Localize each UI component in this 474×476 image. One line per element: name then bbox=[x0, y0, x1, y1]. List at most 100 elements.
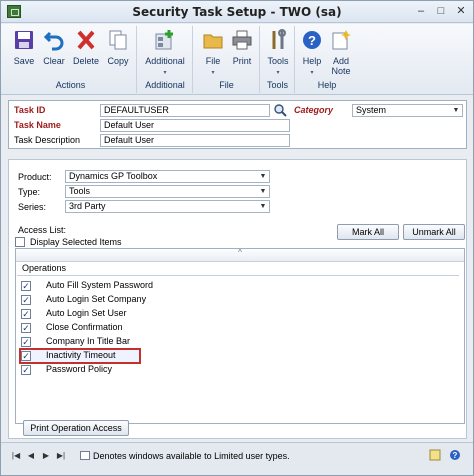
list-item[interactable]: ✓ Password Policy bbox=[20, 363, 460, 377]
operation-name: Auto Login Set User bbox=[46, 308, 127, 318]
access-list-label: Access List: bbox=[18, 225, 67, 235]
help-icon: ? bbox=[303, 31, 321, 49]
next-record-icon[interactable]: ▶ bbox=[41, 451, 51, 461]
limited-user-note: Denotes windows available to Limited use… bbox=[93, 451, 290, 461]
product-select[interactable]: Dynamics GP Toolbox ▼ bbox=[65, 170, 270, 183]
operation-name: Auto Fill System Password bbox=[46, 280, 154, 290]
additional-icon bbox=[155, 30, 173, 50]
sort-caret-icon: ^ bbox=[238, 248, 242, 257]
chevron-down-icon: ▾ bbox=[211, 70, 215, 76]
operation-name: Company In Title Bar bbox=[46, 336, 131, 346]
chevron-down-icon: ▼ bbox=[259, 188, 267, 195]
chevron-down-icon: ▼ bbox=[259, 173, 267, 180]
help-small-icon[interactable]: ? bbox=[449, 449, 461, 461]
close-icon[interactable]: ✕ bbox=[453, 4, 469, 19]
display-selected-label: Display Selected Items bbox=[30, 237, 122, 247]
svg-text:?: ? bbox=[308, 33, 316, 48]
category-value: System bbox=[356, 105, 387, 115]
group-label-tools: Tools bbox=[266, 80, 288, 90]
group-label-additional: Additional bbox=[145, 80, 185, 90]
operation-checkbox[interactable]: ✓ bbox=[21, 309, 31, 319]
ribbon-toolbar: Save Clear Delete Copy Actions Additiona… bbox=[1, 24, 473, 95]
delete-icon bbox=[77, 30, 95, 50]
task-name-field[interactable]: Default User bbox=[100, 119, 290, 132]
operation-checkbox[interactable]: ✓ bbox=[21, 337, 31, 347]
type-label: Type: bbox=[18, 187, 41, 197]
maximize-icon[interactable]: □ bbox=[433, 4, 449, 19]
list-item[interactable]: ✓ Auto Login Set User bbox=[20, 307, 460, 321]
svg-text:?: ? bbox=[453, 451, 458, 460]
minimize-icon[interactable]: – bbox=[413, 4, 429, 19]
limited-user-icon bbox=[80, 451, 90, 460]
task-id-field[interactable]: DEFAULTUSER bbox=[100, 104, 270, 117]
mark-all-button[interactable]: Mark All bbox=[337, 224, 399, 240]
tools-label: Tools ▾ bbox=[267, 56, 289, 76]
operation-checkbox[interactable]: ✓ bbox=[21, 295, 31, 305]
task-header-panel: Task ID DEFAULTUSER Category System ▼ Ta… bbox=[8, 100, 467, 149]
list-item[interactable]: ✓ Company In Title Bar bbox=[20, 335, 460, 349]
operations-list: ^ Operations ✓ Auto Fill System Password… bbox=[15, 248, 465, 424]
clear-button[interactable]: Clear bbox=[39, 26, 69, 76]
clear-icon bbox=[44, 31, 64, 51]
category-select[interactable]: System ▼ bbox=[352, 104, 463, 117]
list-sort-header[interactable]: ^ bbox=[16, 248, 464, 262]
task-description-label: Task Description bbox=[14, 135, 81, 145]
task-name-row: Task Name Default User bbox=[9, 119, 466, 133]
printer-icon bbox=[232, 30, 252, 50]
operation-checkbox[interactable]: ✓ bbox=[21, 323, 31, 333]
type-value: Tools bbox=[69, 186, 91, 196]
operation-checkbox[interactable]: ✓ bbox=[21, 281, 31, 291]
copy-icon bbox=[109, 30, 127, 50]
list-item-highlighted[interactable]: ✓ Inactivity Timeout bbox=[19, 348, 141, 364]
operations-panel: Product: Dynamics GP Toolbox ▼ Type: Too… bbox=[8, 159, 467, 439]
series-label: Series: bbox=[18, 202, 47, 212]
additional-label: Additional ▾ bbox=[145, 56, 185, 76]
print-operation-access-button[interactable]: Print Operation Access bbox=[23, 420, 129, 436]
print-button[interactable]: Print bbox=[227, 26, 257, 76]
task-description-row: Task Description Default User bbox=[9, 134, 466, 148]
last-record-icon[interactable]: ▶| bbox=[56, 451, 66, 461]
type-select[interactable]: Tools ▼ bbox=[65, 185, 270, 198]
operation-checkbox[interactable]: ✓ bbox=[21, 365, 31, 375]
file-button[interactable]: File ▾ bbox=[198, 26, 228, 76]
tools-button[interactable]: Tools ▾ bbox=[263, 26, 293, 76]
ribbon-group-help: ? Help ▾ Add Note Help bbox=[296, 26, 358, 93]
product-label: Product: bbox=[18, 172, 52, 182]
series-value: 3rd Party bbox=[69, 201, 106, 211]
footer-bar: |◀ ◀ ▶ ▶| Denotes windows available to L… bbox=[1, 442, 473, 475]
task-description-field[interactable]: Default User bbox=[100, 134, 290, 147]
group-label-actions: Actions bbox=[55, 80, 86, 90]
operations-column-header[interactable]: Operations bbox=[17, 262, 459, 276]
copy-button[interactable]: Copy bbox=[103, 26, 133, 76]
chevron-down-icon: ▾ bbox=[276, 70, 280, 76]
save-button[interactable]: Save bbox=[9, 26, 39, 76]
save-icon bbox=[15, 31, 33, 49]
operation-name: Auto Login Set Company bbox=[46, 294, 147, 304]
group-label-file: File bbox=[219, 80, 234, 90]
add-note-button[interactable]: Add Note bbox=[326, 26, 356, 76]
note-icon[interactable] bbox=[429, 449, 441, 461]
ribbon-group-file: File ▾ Print File bbox=[194, 26, 260, 93]
list-item[interactable]: ✓ Auto Fill System Password bbox=[20, 279, 460, 293]
folder-icon bbox=[203, 34, 223, 49]
unmark-all-button[interactable]: Unmark All bbox=[403, 224, 465, 240]
list-item[interactable]: ✓ Auto Login Set Company bbox=[20, 293, 460, 307]
additional-button[interactable]: Additional ▾ bbox=[144, 26, 186, 76]
chevron-down-icon: ▾ bbox=[310, 70, 314, 76]
operation-checkbox[interactable]: ✓ bbox=[21, 351, 31, 361]
title-bar: Security Task Setup - TWO (sa) – □ ✕ bbox=[1, 1, 473, 23]
chevron-down-icon: ▼ bbox=[259, 203, 267, 210]
list-item[interactable]: ✓ Close Confirmation bbox=[20, 321, 460, 335]
task-name-label: Task Name bbox=[14, 120, 61, 130]
series-select[interactable]: 3rd Party ▼ bbox=[65, 200, 270, 213]
first-record-icon[interactable]: |◀ bbox=[11, 451, 21, 461]
operation-name: Inactivity Timeout bbox=[46, 350, 116, 360]
display-selected-checkbox[interactable] bbox=[15, 237, 25, 247]
group-label-help: Help bbox=[317, 80, 337, 90]
chevron-down-icon: ▼ bbox=[452, 107, 460, 114]
delete-button[interactable]: Delete bbox=[71, 26, 101, 76]
print-label: Print bbox=[232, 56, 252, 66]
previous-record-icon[interactable]: ◀ bbox=[26, 451, 36, 461]
lookup-icon[interactable] bbox=[273, 104, 287, 117]
ribbon-group-additional: Additional ▾ Additional bbox=[138, 26, 193, 93]
